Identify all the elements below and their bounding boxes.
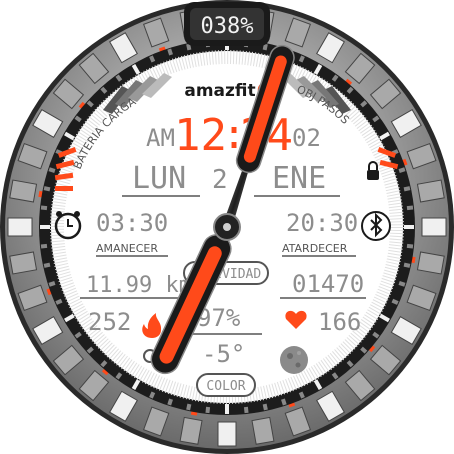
watch-face: 038% BATERIA CARGA OBJ PASOS amazfit AM …	[0, 0, 454, 454]
steps: 01470	[292, 270, 364, 298]
day: 2	[212, 165, 228, 195]
brand-logo: amazfit	[184, 81, 255, 101]
color-label: COLOR	[206, 379, 245, 394]
distance: 11.99 km	[86, 273, 192, 298]
seconds: 02	[292, 124, 321, 152]
hub-cap	[223, 223, 231, 231]
moon-phase-icon	[280, 346, 308, 374]
sunset-time: 20:30	[286, 209, 358, 237]
ampm: AM	[146, 124, 175, 152]
month: ENE	[272, 161, 326, 196]
calories: 252	[88, 308, 131, 336]
heart-rate: 166	[318, 308, 361, 336]
sunset-label: ATARDECER	[282, 242, 348, 255]
sunrise-label: AMANECER	[96, 242, 158, 255]
battery-percent: 038%	[201, 14, 254, 39]
temperature: -5°	[202, 340, 245, 368]
sunrise-time: 03:30	[96, 209, 168, 237]
hour: 12	[174, 110, 227, 161]
weekday: LUN	[132, 161, 186, 196]
